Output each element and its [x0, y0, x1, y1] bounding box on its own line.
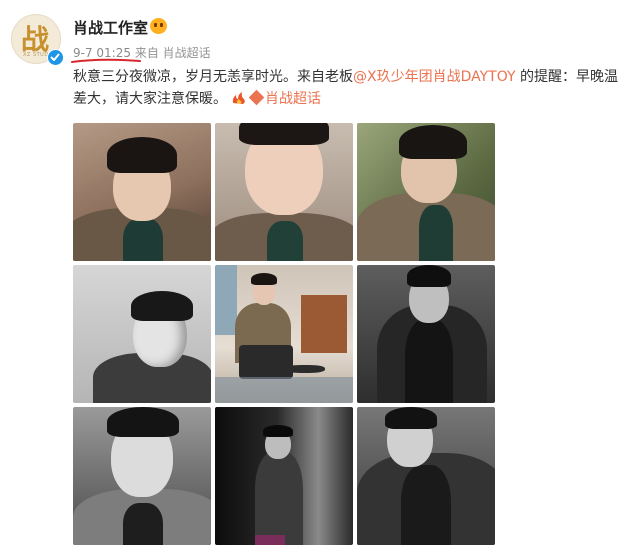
super-topic-icon — [248, 89, 265, 106]
post-text: 秋意三分夜微凉，岁月无恙享时光。来自老板@X玖少年团肖战DAYTOY 的提醒：早… — [73, 66, 629, 110]
fire-emoji-icon — [231, 90, 247, 104]
photo-6[interactable] — [357, 265, 495, 403]
photo-1[interactable] — [73, 123, 211, 261]
topic-link[interactable]: 肖战超话 — [265, 91, 321, 107]
photo-9[interactable] — [357, 407, 495, 545]
photo-7[interactable] — [73, 407, 211, 545]
photo-3[interactable] — [357, 123, 495, 261]
time-underline-annotation — [71, 58, 141, 63]
photo-2[interactable] — [215, 123, 353, 261]
mention-link[interactable]: @X玖少年团肖战DAYTOY — [353, 69, 516, 85]
post-text-body: 秋意三分夜微凉，岁月无恙享时光。来自老板 — [73, 69, 353, 85]
username[interactable]: 肖战工作室 — [73, 17, 148, 38]
member-badge-icon — [150, 18, 167, 34]
photo-8[interactable] — [215, 407, 353, 545]
verified-badge-icon — [47, 49, 64, 66]
photo-5[interactable] — [215, 265, 353, 403]
source-link[interactable]: 肖战超话 — [163, 46, 211, 60]
photo-4[interactable] — [73, 265, 211, 403]
